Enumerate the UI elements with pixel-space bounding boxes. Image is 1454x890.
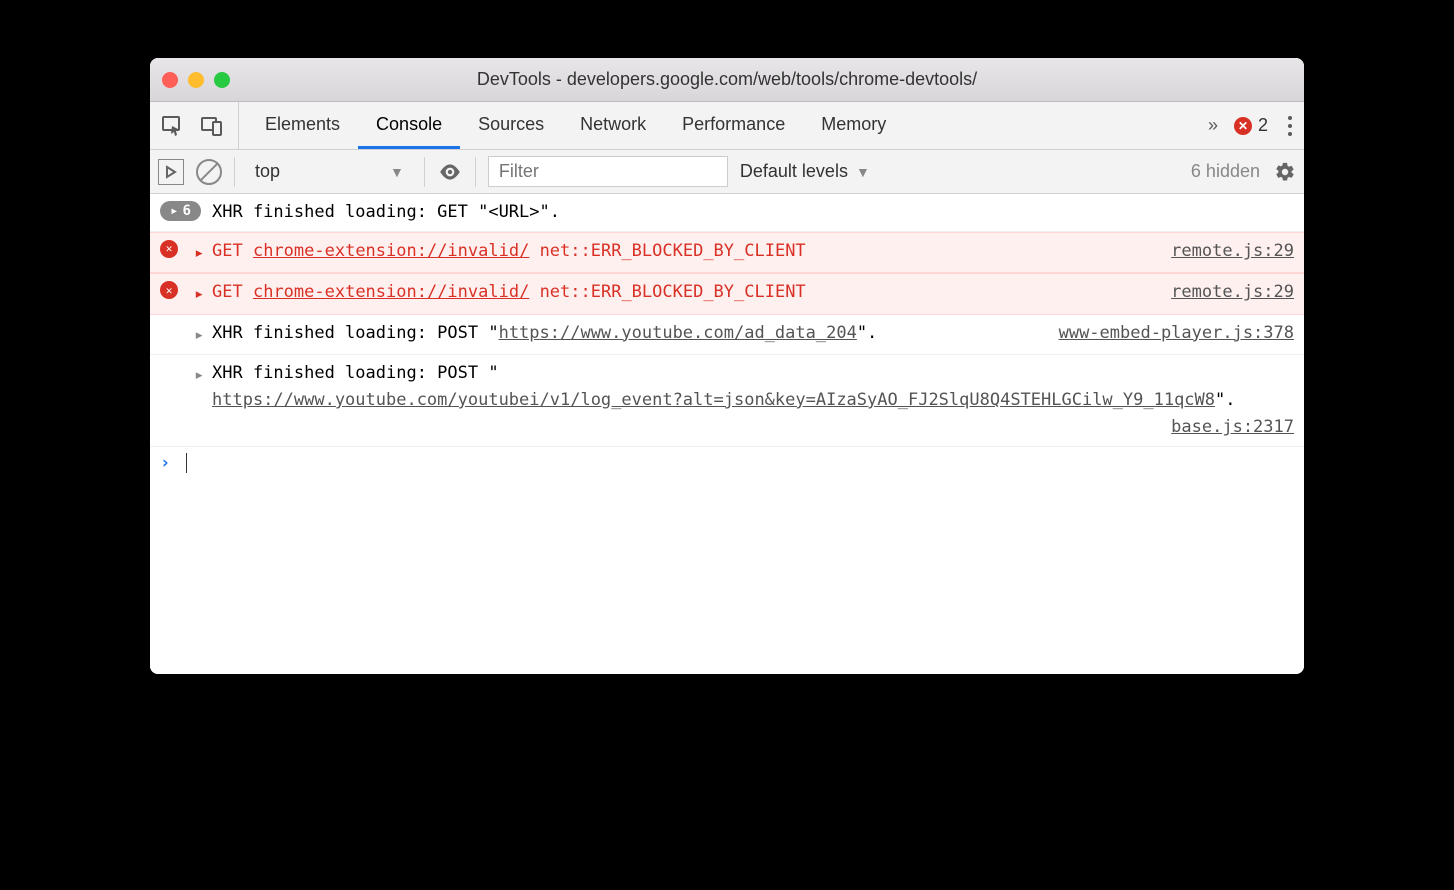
tab-network[interactable]: Network bbox=[562, 102, 664, 149]
row-icon-slot bbox=[160, 320, 194, 322]
main-tabbar: Elements Console Sources Network Perform… bbox=[150, 102, 1304, 150]
chevron-down-icon: ▼ bbox=[390, 164, 404, 180]
row-suffix: ". bbox=[1215, 387, 1235, 414]
error-message: net::ERR_BLOCKED_BY_CLIENT bbox=[540, 282, 806, 302]
traffic-lights bbox=[162, 72, 230, 88]
row-content: GET chrome-extension://invalid/ net::ERR… bbox=[212, 238, 1151, 265]
source-link[interactable]: base.js:2317 bbox=[1171, 414, 1294, 441]
error-icon: ✕ bbox=[1234, 117, 1252, 135]
levels-label: Default levels bbox=[740, 161, 848, 182]
error-message: net::ERR_BLOCKED_BY_CLIENT bbox=[540, 241, 806, 261]
tab-console[interactable]: Console bbox=[358, 102, 460, 149]
toolbar-right: 6 hidden bbox=[1191, 161, 1296, 183]
minimize-window-button[interactable] bbox=[188, 72, 204, 88]
http-method: GET bbox=[212, 241, 243, 261]
row-content: XHR finished loading: POST "https://www.… bbox=[212, 320, 1294, 347]
toolbar-divider bbox=[475, 157, 476, 187]
disclosure-triangle-icon[interactable]: ▸ bbox=[194, 279, 212, 308]
more-options-icon[interactable] bbox=[1284, 116, 1296, 136]
titlebar: DevTools - developers.google.com/web/too… bbox=[150, 58, 1304, 102]
tab-sources[interactable]: Sources bbox=[460, 102, 562, 149]
context-value: top bbox=[255, 161, 280, 182]
tab-elements[interactable]: Elements bbox=[247, 102, 358, 149]
log-levels-selector[interactable]: Default levels ▼ bbox=[740, 161, 870, 182]
row-icon-slot: ✕ bbox=[160, 279, 194, 299]
row-prefix: XHR finished loading: POST " bbox=[212, 360, 499, 387]
error-count-value: 2 bbox=[1258, 115, 1268, 136]
tabbar-right-controls: » ✕ 2 bbox=[1196, 115, 1296, 136]
inspect-element-icon[interactable] bbox=[158, 112, 186, 140]
tab-memory[interactable]: Memory bbox=[803, 102, 904, 149]
row-icon-slot: ▸6 bbox=[160, 199, 194, 221]
chevron-down-icon: ▼ bbox=[856, 164, 870, 180]
window-title: DevTools - developers.google.com/web/too… bbox=[150, 69, 1304, 90]
toolbar-divider bbox=[424, 157, 425, 187]
disclosure-triangle-icon[interactable]: ▸ bbox=[194, 360, 212, 389]
maximize-window-button[interactable] bbox=[214, 72, 230, 88]
live-expression-icon[interactable] bbox=[437, 159, 463, 185]
message-count-badge: ▸6 bbox=[160, 201, 201, 221]
context-selector[interactable]: top ▼ bbox=[247, 161, 412, 182]
source-link[interactable]: remote.js:29 bbox=[1171, 238, 1294, 265]
tab-performance[interactable]: Performance bbox=[664, 102, 803, 149]
http-method: GET bbox=[212, 282, 243, 302]
console-row-error[interactable]: ✕ ▸ GET chrome-extension://invalid/ net:… bbox=[150, 273, 1304, 314]
console-row-info[interactable]: ▸ XHR finished loading: POST "https://ww… bbox=[150, 315, 1304, 355]
row-text: XHR finished loading: GET "<URL>". bbox=[212, 199, 1294, 226]
url-link[interactable]: https://www.youtube.com/ad_data_204 bbox=[499, 320, 857, 347]
row-icon-slot: ✕ bbox=[160, 238, 194, 258]
console-row-error[interactable]: ✕ ▸ GET chrome-extension://invalid/ net:… bbox=[150, 232, 1304, 273]
toggle-console-sidebar-icon[interactable] bbox=[158, 159, 184, 185]
hidden-count-label: 6 hidden bbox=[1191, 161, 1260, 182]
toolbar-divider bbox=[234, 157, 235, 187]
source-link[interactable]: www-embed-player.js:378 bbox=[1059, 320, 1294, 347]
console-prompt[interactable]: › bbox=[150, 447, 1304, 479]
console-toolbar: top ▼ Default levels ▼ 6 hidden bbox=[150, 150, 1304, 194]
row-content: GET chrome-extension://invalid/ net::ERR… bbox=[212, 279, 1151, 306]
prompt-cursor bbox=[186, 453, 187, 473]
row-content: XHR finished loading: POST "https://www.… bbox=[212, 360, 1294, 442]
error-icon: ✕ bbox=[160, 240, 178, 258]
disclosure-triangle-icon[interactable]: ▸ bbox=[194, 320, 212, 349]
source-link[interactable]: remote.js:29 bbox=[1171, 279, 1294, 306]
clear-console-icon[interactable] bbox=[196, 159, 222, 185]
url-link[interactable]: chrome-extension://invalid/ bbox=[253, 241, 529, 261]
row-prefix: XHR finished loading: POST " bbox=[212, 320, 499, 347]
url-link[interactable]: https://www.youtube.com/youtubei/v1/log_… bbox=[212, 387, 1215, 414]
console-row-grouped[interactable]: ▸6 XHR finished loading: GET "<URL>". bbox=[150, 194, 1304, 232]
console-messages: ▸6 XHR finished loading: GET "<URL>". ✕ … bbox=[150, 194, 1304, 674]
device-toolbar-icon[interactable] bbox=[198, 112, 226, 140]
error-icon: ✕ bbox=[160, 281, 178, 299]
prompt-chevron-icon: › bbox=[160, 453, 170, 473]
close-window-button[interactable] bbox=[162, 72, 178, 88]
row-suffix: ". bbox=[857, 320, 877, 347]
console-row-info[interactable]: ▸ XHR finished loading: POST "https://ww… bbox=[150, 355, 1304, 448]
more-tabs-icon[interactable]: » bbox=[1208, 115, 1218, 136]
error-count-badge[interactable]: ✕ 2 bbox=[1234, 115, 1268, 136]
devtools-window: DevTools - developers.google.com/web/too… bbox=[150, 58, 1304, 674]
console-settings-icon[interactable] bbox=[1274, 161, 1296, 183]
url-link[interactable]: chrome-extension://invalid/ bbox=[253, 282, 529, 302]
disclosure-triangle-icon[interactable]: ▸ bbox=[194, 238, 212, 267]
disclosure-placeholder bbox=[194, 199, 212, 201]
filter-input[interactable] bbox=[488, 156, 728, 187]
row-icon-slot bbox=[160, 360, 194, 362]
tabbar-left-controls bbox=[158, 102, 239, 149]
tabs: Elements Console Sources Network Perform… bbox=[239, 102, 1196, 149]
